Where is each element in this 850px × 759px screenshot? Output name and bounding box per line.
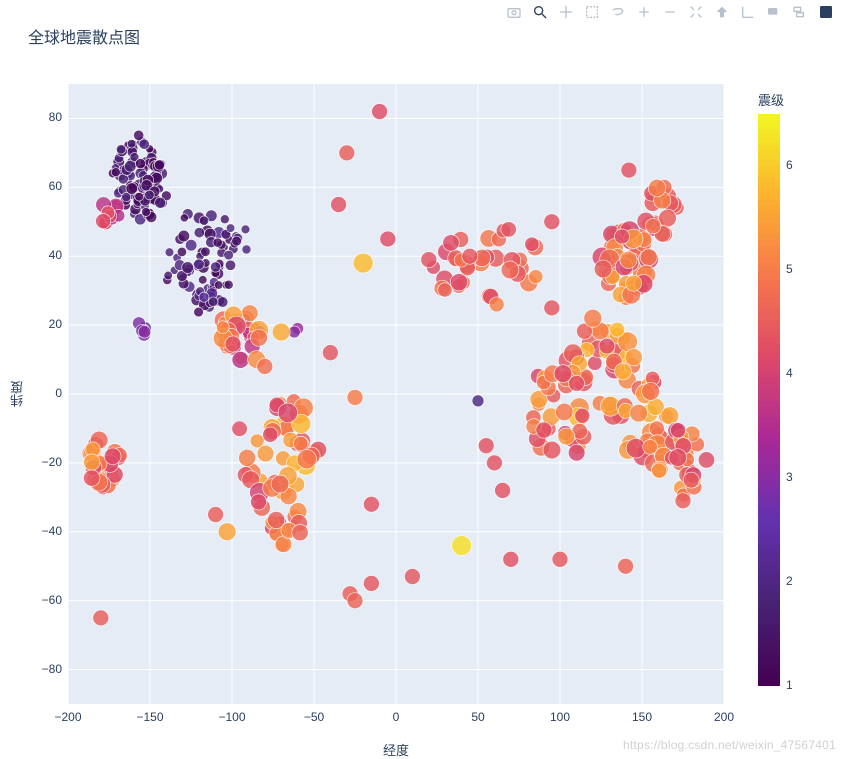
y-tick: −20 (30, 455, 62, 469)
x-tick: 0 (381, 710, 411, 724)
camera-icon[interactable] (504, 2, 524, 22)
spike-icon[interactable] (738, 2, 758, 22)
colorbar-tick: 1 (786, 678, 793, 692)
x-tick: 100 (545, 710, 575, 724)
colorbar (758, 114, 780, 686)
watermark: https://blog.csdn.net/weixin_47567401 (623, 738, 836, 752)
y-tick: 60 (30, 179, 62, 193)
x-tick: 200 (709, 710, 739, 724)
y-tick: 40 (30, 248, 62, 262)
hover-icon[interactable] (764, 2, 784, 22)
plotly-icon[interactable] (816, 2, 836, 22)
colorbar-tick: 6 (786, 158, 793, 172)
x-tick: 150 (627, 710, 657, 724)
y-tick: −60 (30, 593, 62, 607)
zoomout-icon[interactable] (660, 2, 680, 22)
chart-toolbar (504, 2, 836, 22)
x-tick: −200 (53, 710, 83, 724)
chart-title: 全球地震散点图 (28, 24, 140, 48)
colorbar-title: 震级 (758, 90, 784, 109)
x-tick: −100 (217, 710, 247, 724)
y-axis-label: 纬度 (8, 84, 27, 704)
x-tick: 50 (463, 710, 493, 724)
reset-icon[interactable] (712, 2, 732, 22)
compare-icon[interactable] (790, 2, 810, 22)
x-tick: −50 (299, 710, 329, 724)
y-tick: −40 (30, 524, 62, 538)
x-tick: −150 (135, 710, 165, 724)
autoscale-icon[interactable] (686, 2, 706, 22)
zoomin-icon[interactable] (634, 2, 654, 22)
boxselect-icon[interactable] (582, 2, 602, 22)
zoom-icon[interactable] (530, 2, 550, 22)
colorbar-tick: 2 (786, 574, 793, 588)
lassoselect-icon[interactable] (608, 2, 628, 22)
y-tick: 20 (30, 317, 62, 331)
y-tick: −80 (30, 662, 62, 676)
colorbar-tick: 3 (786, 470, 793, 484)
scatter-plot[interactable] (68, 84, 724, 704)
colorbar-tick: 4 (786, 366, 793, 380)
pan-icon[interactable] (556, 2, 576, 22)
y-tick: 80 (30, 110, 62, 124)
y-tick: 0 (30, 386, 62, 400)
colorbar-tick: 5 (786, 262, 793, 276)
